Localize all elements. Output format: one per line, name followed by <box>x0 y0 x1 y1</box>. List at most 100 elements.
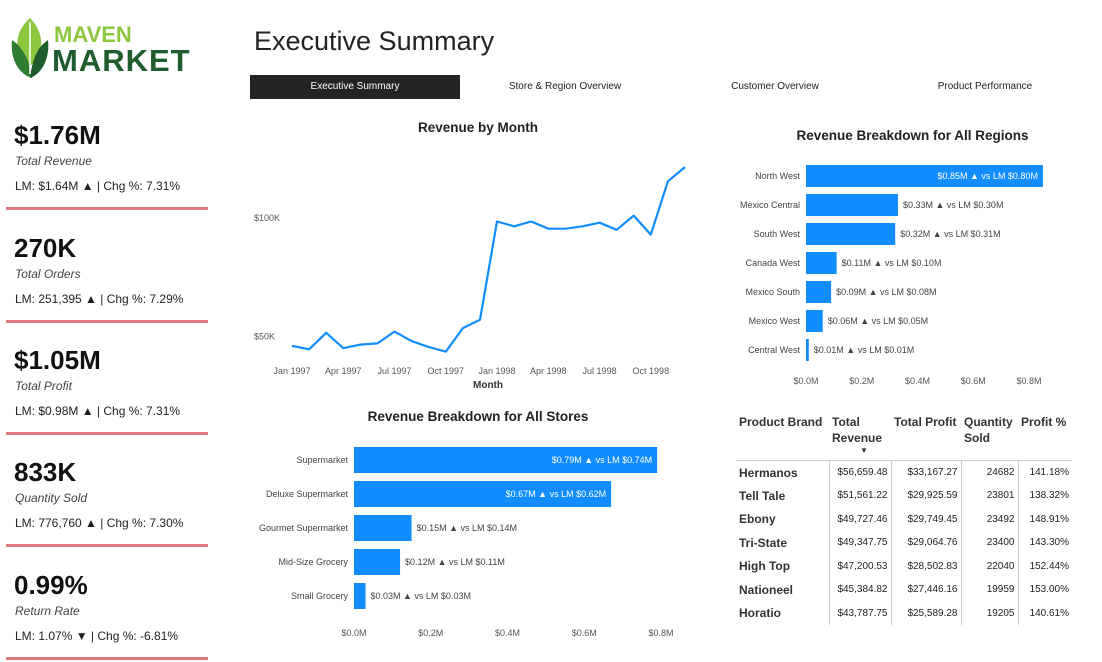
category-label: South West <box>754 229 801 239</box>
category-label: Deluxe Supermarket <box>266 489 349 499</box>
cell-total-revenue: $47,200.53 <box>828 554 891 578</box>
kpi-total-orders: 270K Total Orders LM: 251,395 ▲ | Chg %:… <box>6 233 208 338</box>
revenue-by-region-chart: Revenue Breakdown for All Regions North … <box>725 122 1100 392</box>
chart-title: Revenue Breakdown for All Regions <box>796 128 1029 143</box>
cell-quantity-sold: 22040 <box>960 554 1018 578</box>
chart-title: Revenue by Month <box>417 120 538 135</box>
x-tick-label: $0.0M <box>341 628 366 638</box>
table-row[interactable]: Nationeel $45,384.82 $27,446.16 19959 153.00… <box>736 578 1072 602</box>
page-navigation: Executive Summary Store & Region Overvie… <box>250 75 1090 99</box>
kpi-comparison: LM: 776,760 ▲ | Chg %: 7.30% <box>15 516 184 530</box>
cell-brand: Hermanos <box>739 465 798 480</box>
tab-executive-summary[interactable]: Executive Summary <box>250 75 460 99</box>
kpi-comparison: LM: 1.07% ▼ | Chg %: -6.81% <box>15 629 179 643</box>
cell-profit-pct: 153.00% <box>1017 578 1072 602</box>
cell-total-revenue: $51,561.22 <box>828 484 891 508</box>
x-tick-label: $0.6M <box>961 376 986 386</box>
cell-total-profit: $27,446.16 <box>890 578 961 602</box>
x-tick-label: $0.8M <box>648 628 673 638</box>
cell-brand: Nationeel <box>739 582 794 597</box>
kpi-label: Return Rate <box>15 604 80 618</box>
x-tick-label: Apr 1997 <box>325 366 362 376</box>
cell-quantity-sold: 19959 <box>960 578 1018 602</box>
page-title: Executive Summary <box>254 26 495 56</box>
kpi-value: 0.99% <box>14 570 88 600</box>
revenue-by-month-chart: Revenue by Month Month $50K $100K Jan 1997… <box>250 115 700 395</box>
x-tick-label: Oct 1997 <box>428 366 465 376</box>
kpi-value: $1.05M <box>14 345 101 375</box>
table-row[interactable]: Hermanos $56,659.48 $33,167.27 24682 141.18% <box>736 460 1072 484</box>
cell-profit-pct: 141.18% <box>1017 460 1072 484</box>
kpi-comparison: LM: $0.98M ▲ | Chg %: 7.31% <box>15 404 181 418</box>
data-label: $0.12M ▲ vs LM $0.11M <box>405 557 505 567</box>
cell-total-profit: $29,749.45 <box>890 507 961 531</box>
cell-brand: Tell Tale <box>739 488 786 503</box>
brand-table-grid: Product Brand Total Revenue ▼ Total Prof… <box>736 410 1072 625</box>
category-label: Small Grocery <box>291 591 349 601</box>
kpi-label: Total Orders <box>15 267 81 281</box>
data-label: $0.11M ▲ vs LM $0.10M <box>842 258 942 268</box>
cell-total-revenue: $49,727.46 <box>828 507 891 531</box>
kpi-sidebar: MAVEN MARKET $1.76M Total Revenue LM: $1… <box>0 0 215 662</box>
data-label: $0.32M ▲ vs LM $0.31M <box>900 229 1000 239</box>
logo-line2: MARKET <box>52 43 191 78</box>
cell-profit-pct: 138.32% <box>1017 484 1072 508</box>
product-brand-table: Product Brand Total Revenue ▼ Total Prof… <box>736 410 1072 625</box>
column-header-quantity-sold[interactable]: Quantity Sold <box>961 410 1018 461</box>
category-label: Central West <box>748 345 800 355</box>
x-tick-label: $0.8M <box>1016 376 1041 386</box>
category-label: Canada West <box>746 258 801 268</box>
category-label: Mexico Central <box>740 200 800 210</box>
revenue-by-region-plot: North West $0.85M ▲ vs LM $0.80M Mexico Ce… <box>740 165 1043 386</box>
tab-customer-overview[interactable]: Customer Overview <box>670 75 880 99</box>
data-label: $0.09M ▲ vs LM $0.08M <box>836 287 936 297</box>
cell-total-revenue: $56,659.48 <box>828 460 891 484</box>
kpi-comparison: LM: $1.64M ▲ | Chg %: 7.31% <box>15 179 181 193</box>
tab-store-region-overview[interactable]: Store & Region Overview <box>460 75 670 99</box>
column-header-product-brand[interactable]: Product Brand <box>736 410 829 461</box>
x-tick-label: Jan 1997 <box>273 366 310 376</box>
cell-total-profit: $33,167.27 <box>890 460 961 484</box>
revenue-by-store-plot: Supermarket $0.79M ▲ vs LM $0.74M Deluxe S… <box>259 447 674 638</box>
column-header-total-revenue[interactable]: Total Revenue ▼ <box>829 410 891 461</box>
x-tick-label: Apr 1998 <box>530 366 567 376</box>
data-label: $0.03M ▲ vs LM $0.03M <box>371 591 471 601</box>
column-header-total-profit[interactable]: Total Profit <box>891 410 961 461</box>
bar <box>806 339 809 361</box>
category-label: North West <box>755 171 800 181</box>
x-tick-label: $0.0M <box>793 376 818 386</box>
column-header-profit-pct[interactable]: Profit % <box>1018 410 1072 461</box>
table-row[interactable]: Tell Tale $51,561.22 $29,925.59 23801 138.32… <box>736 484 1072 508</box>
kpi-total-profit: $1.05M Total Profit LM: $0.98M ▲ | Chg %… <box>6 345 208 450</box>
table-row[interactable]: High Top $47,200.53 $28,502.83 22040 152.44% <box>736 554 1072 578</box>
cell-total-revenue: $45,384.82 <box>828 578 891 602</box>
kpi-comparison: LM: 251,395 ▲ | Chg %: 7.29% <box>15 292 184 306</box>
kpi-divider <box>6 432 208 435</box>
x-tick-label: $0.2M <box>418 628 443 638</box>
x-tick-label: Jan 1998 <box>479 366 516 376</box>
x-tick-label: Jul 1998 <box>583 366 617 376</box>
bar <box>806 252 837 274</box>
table-row[interactable]: Horatio $43,787.75 $25,589.28 19205 140.61% <box>736 601 1072 625</box>
chart-title: Revenue Breakdown for All Stores <box>367 409 589 424</box>
data-label: $0.01M ▲ vs LM $0.01M <box>814 345 914 355</box>
cell-quantity-sold: 23801 <box>960 484 1018 508</box>
tab-product-performance[interactable]: Product Performance <box>880 75 1090 99</box>
cell-quantity-sold: 23492 <box>960 507 1018 531</box>
bar <box>354 515 412 541</box>
category-label: Mid-Size Grocery <box>278 557 348 567</box>
kpi-label: Total Revenue <box>15 154 92 168</box>
table-row[interactable]: Ebony $49,727.46 $29,749.45 23492 148.91% <box>736 507 1072 531</box>
bar <box>806 310 823 332</box>
x-tick-label: $0.2M <box>849 376 874 386</box>
data-label: $0.06M ▲ vs LM $0.05M <box>828 316 928 326</box>
cell-total-profit: $29,925.59 <box>890 484 961 508</box>
category-label: Supermarket <box>296 455 348 465</box>
cell-profit-pct: 148.91% <box>1017 507 1072 531</box>
table-row[interactable]: Tri-State $49,347.75 $29,064.76 23400 143.30… <box>736 531 1072 555</box>
revenue-line <box>291 166 686 353</box>
data-label: $0.67M ▲ vs LM $0.62M <box>506 489 606 499</box>
data-label: $0.15M ▲ vs LM $0.14M <box>417 523 517 533</box>
x-tick-label: $0.4M <box>905 376 930 386</box>
cell-quantity-sold: 24682 <box>960 460 1018 484</box>
